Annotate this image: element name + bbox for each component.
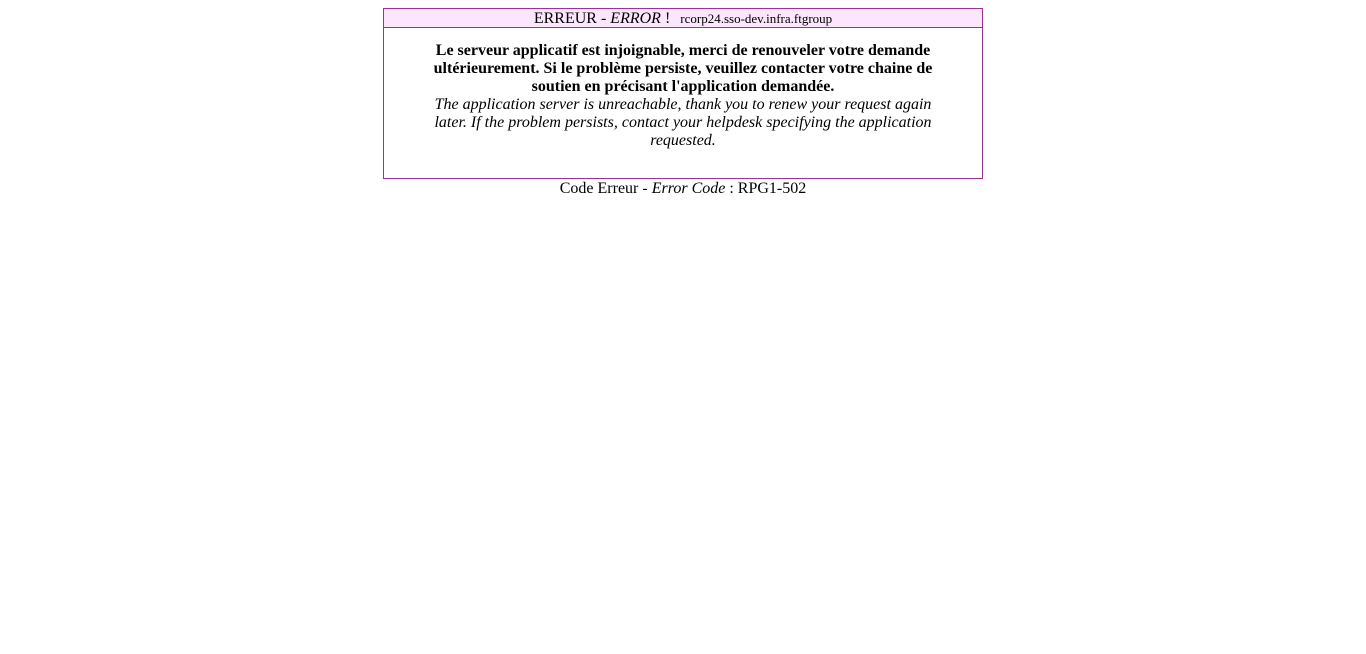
error-code-colon: : — [725, 180, 738, 197]
error-title-separator: - — [596, 10, 611, 27]
error-code-separator: - — [638, 180, 652, 197]
error-code-label-fr: Code Erreur — [559, 180, 639, 197]
error-title-exclamation: ! — [660, 10, 671, 27]
error-message-en: The application server is unreachable, t… — [434, 96, 932, 149]
error-message-fr: Le serveur applicatif est injoignable, m… — [433, 42, 933, 95]
error-code-line: Code Erreur - Error Code : RPG1-502 — [383, 180, 983, 198]
error-title-en: ERROR — [610, 10, 661, 27]
error-message: Le serveur applicatif est injoignable, m… — [432, 42, 934, 150]
error-code-label-en: Error Code — [651, 180, 726, 197]
error-title-fr: ERREUR — [533, 10, 597, 27]
server-hostname: rcorp24.sso-dev.infra.ftgroup — [680, 11, 833, 26]
error-box: ERREUR - ERROR ! rcorp24.sso-dev.infra.f… — [383, 8, 983, 179]
error-header: ERREUR - ERROR ! rcorp24.sso-dev.infra.f… — [384, 9, 982, 28]
error-code-value: RPG1-502 — [737, 180, 807, 197]
